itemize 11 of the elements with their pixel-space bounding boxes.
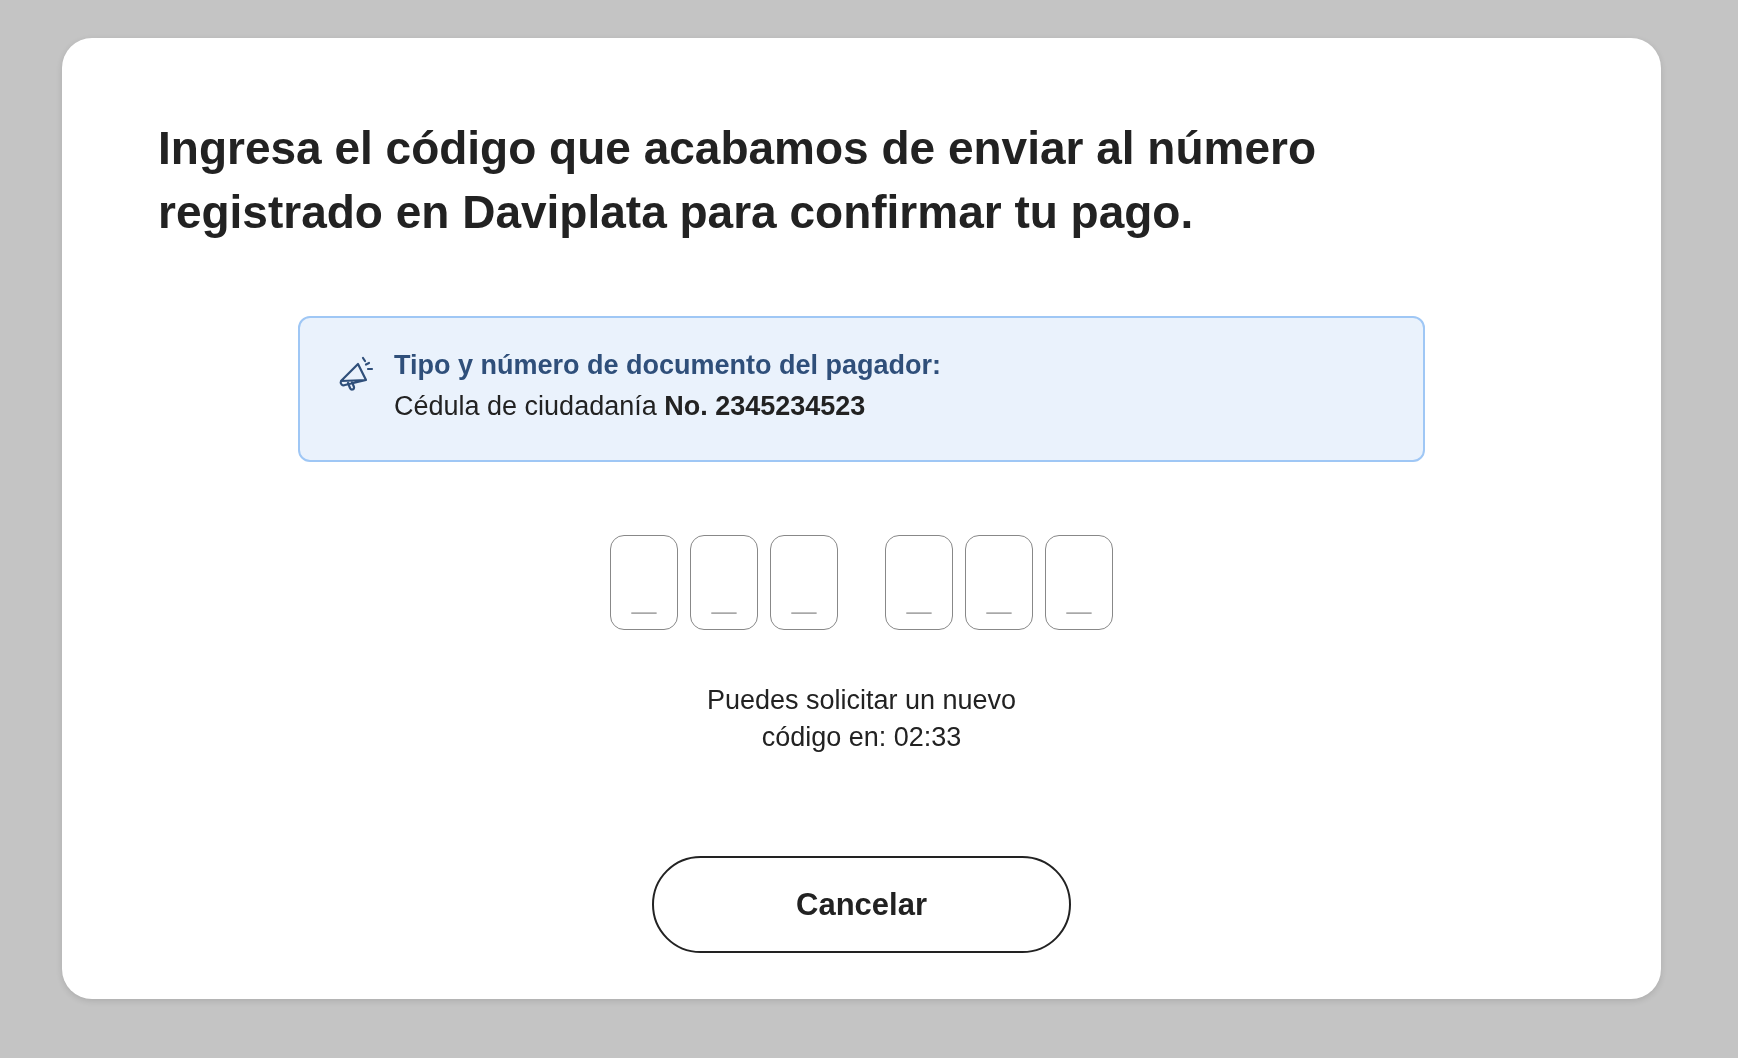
code-digit-field[interactable]: _ bbox=[885, 535, 953, 630]
document-number: Cédula de ciudadanía No. 2345234523 bbox=[394, 391, 867, 422]
dialog-heading: Ingresa el código que acabamos de enviar al número registrado en Daviplata para confirmar tu pago. bbox=[158, 121, 1318, 240]
code-digit-field[interactable]: _ bbox=[770, 535, 838, 630]
info-title: Tipo y número de documento del pagador: bbox=[394, 350, 942, 381]
resend-countdown: Puedes solicitar un nuevo código en: 02:33 bbox=[705, 684, 1018, 754]
code-digit-field[interactable]: _ bbox=[690, 535, 758, 630]
code-digit-field[interactable]: _ bbox=[610, 535, 678, 630]
code-digit-field[interactable]: _ bbox=[965, 535, 1033, 630]
code-digit-field[interactable]: _ bbox=[1045, 535, 1113, 630]
cancel-button[interactable]: Cancelar bbox=[652, 856, 1071, 953]
